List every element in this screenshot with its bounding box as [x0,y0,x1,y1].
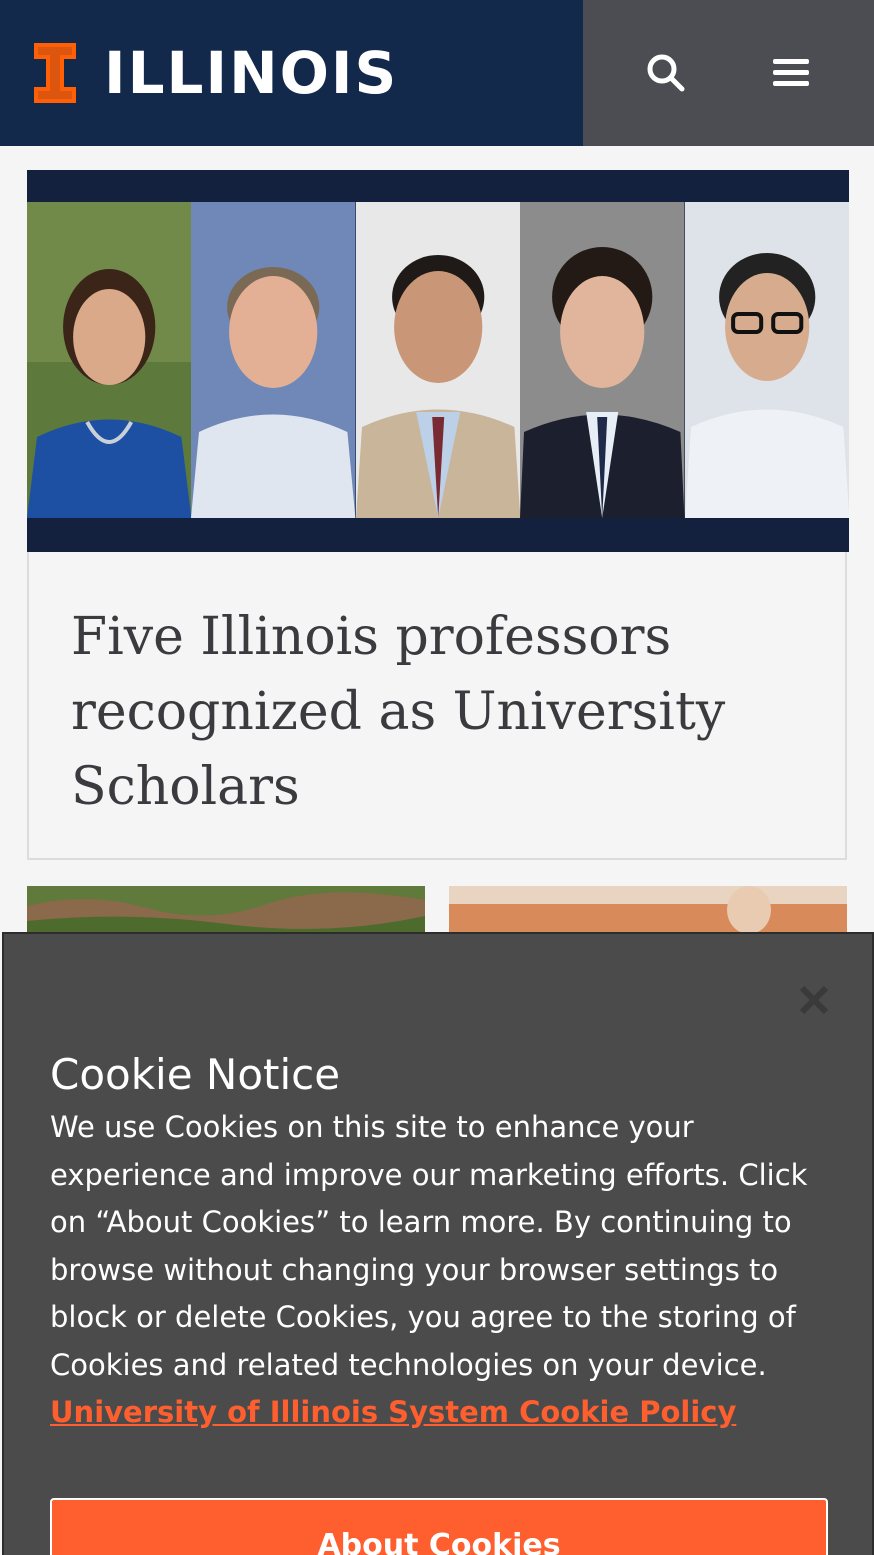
feature-headline[interactable]: Five Illinois professors recognized as U… [71,600,811,825]
close-icon [799,985,829,1015]
cookie-policy-link[interactable]: University of Illinois System Cookie Pol… [50,1395,736,1429]
headline-line: Scholars [71,757,300,817]
headline-line: Five Illinois professors [71,607,672,667]
logo-wordmark: ILLINOIS [104,39,399,107]
cookie-notice-text: We use Cookies on this site to enhance y… [50,1110,808,1382]
headline-line: recognized as University [71,682,726,742]
cookie-notice-body: We use Cookies on this site to enhance y… [50,1104,840,1437]
menu-button[interactable] [761,43,821,103]
cookie-close-button[interactable] [796,982,832,1018]
feature-story-card[interactable]: Five Illinois professors recognized as U… [27,170,850,860]
home-logo-link[interactable]: ILLINOIS [0,0,583,146]
block-i-logo-icon [34,43,76,103]
portrait-professor-5 [684,202,850,518]
portrait-professor-4 [520,202,685,518]
story-card-thumbnail-1[interactable] [27,886,425,936]
cookie-notice-title: Cookie Notice [50,1050,341,1099]
header-actions [583,0,874,146]
search-icon [647,54,685,92]
portrait-professor-3 [355,202,521,518]
cookie-notice-dialog: Cookie Notice We use Cookies on this sit… [2,932,874,1555]
story-card-thumbnail-2[interactable] [449,886,847,936]
about-cookies-button[interactable]: About Cookies [50,1498,828,1555]
search-button[interactable] [636,43,696,103]
portrait-professor-1 [27,202,192,518]
portrait-professor-2 [191,202,356,518]
hamburger-menu-icon [773,59,810,86]
site-header: ILLINOIS [0,0,874,146]
feature-image [27,170,850,552]
